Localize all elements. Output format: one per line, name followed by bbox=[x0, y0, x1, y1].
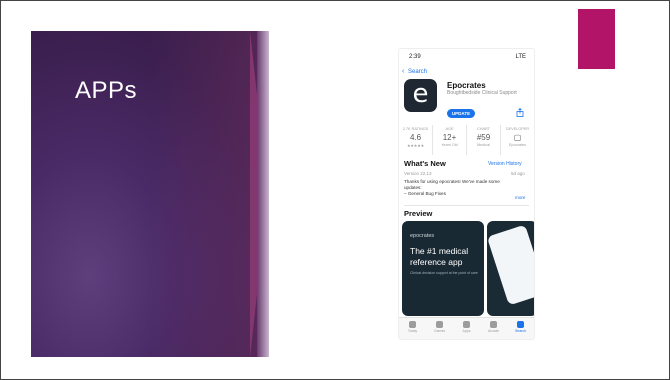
status-signal: LTE bbox=[515, 54, 526, 60]
stat-ratings: 2.7K RATINGS 4.6 ★★★★★ bbox=[399, 125, 433, 155]
share-icon[interactable] bbox=[516, 108, 524, 117]
corner-accent-block bbox=[578, 9, 615, 69]
arcade-icon bbox=[490, 321, 497, 328]
tab-today[interactable]: Today bbox=[399, 318, 426, 339]
today-icon bbox=[409, 321, 416, 328]
status-time: 2:39 bbox=[409, 54, 421, 60]
tab-arcade[interactable]: Arcade bbox=[480, 318, 507, 339]
stat-developer: DEVELOPER ▢ Epocrates bbox=[501, 125, 534, 155]
slide: APPs 2:39 LTE ‹ Search e Epocrates Bough… bbox=[0, 0, 670, 380]
version-age: 5d ago bbox=[511, 171, 525, 176]
app-name: Epocrates bbox=[447, 81, 486, 90]
tab-apps[interactable]: Apps bbox=[453, 318, 480, 339]
apps-icon bbox=[463, 321, 470, 328]
app-store-screenshot: 2:39 LTE ‹ Search e Epocrates Boughtbeds… bbox=[399, 49, 534, 339]
stat-chart: CHART #59 Medical bbox=[467, 125, 501, 155]
tab-bar: Today Games Apps Arcade Search bbox=[399, 317, 534, 339]
app-stats-row: 2.7K RATINGS 4.6 ★★★★★ AGE 12+ Years Old… bbox=[399, 125, 534, 155]
games-icon bbox=[436, 321, 443, 328]
tab-games[interactable]: Games bbox=[426, 318, 453, 339]
version-label: Version 22.13 bbox=[404, 171, 432, 176]
tab-search[interactable]: Search bbox=[507, 318, 534, 339]
search-icon bbox=[517, 321, 524, 328]
whats-new-heading: What's New bbox=[404, 159, 446, 168]
title-panel bbox=[31, 31, 263, 357]
back-link[interactable]: Search bbox=[408, 69, 427, 75]
release-notes: Thanks for using epocrates! We've made s… bbox=[404, 179, 500, 196]
update-button[interactable]: UPDATE bbox=[447, 109, 475, 118]
developer-icon: ▢ bbox=[513, 133, 522, 142]
app-developer: Boughtbedside Clinical Support bbox=[447, 90, 517, 96]
preview-subtext: Clinical decision support at the point o… bbox=[410, 271, 478, 275]
slide-title: APPs bbox=[75, 77, 138, 104]
preview-tagline: The #1 medical reference app bbox=[410, 246, 469, 267]
divider bbox=[404, 205, 529, 206]
version-history-link[interactable]: Version History bbox=[488, 161, 522, 167]
accent-strip bbox=[257, 31, 269, 357]
stat-age: AGE 12+ Years Old bbox=[433, 125, 467, 155]
chevron-left-icon[interactable]: ‹ bbox=[402, 68, 404, 75]
preview-heading: Preview bbox=[404, 209, 433, 218]
app-icon: e bbox=[404, 79, 437, 112]
more-link[interactable]: more bbox=[515, 195, 525, 200]
preview-brand: epocrates bbox=[410, 233, 435, 239]
